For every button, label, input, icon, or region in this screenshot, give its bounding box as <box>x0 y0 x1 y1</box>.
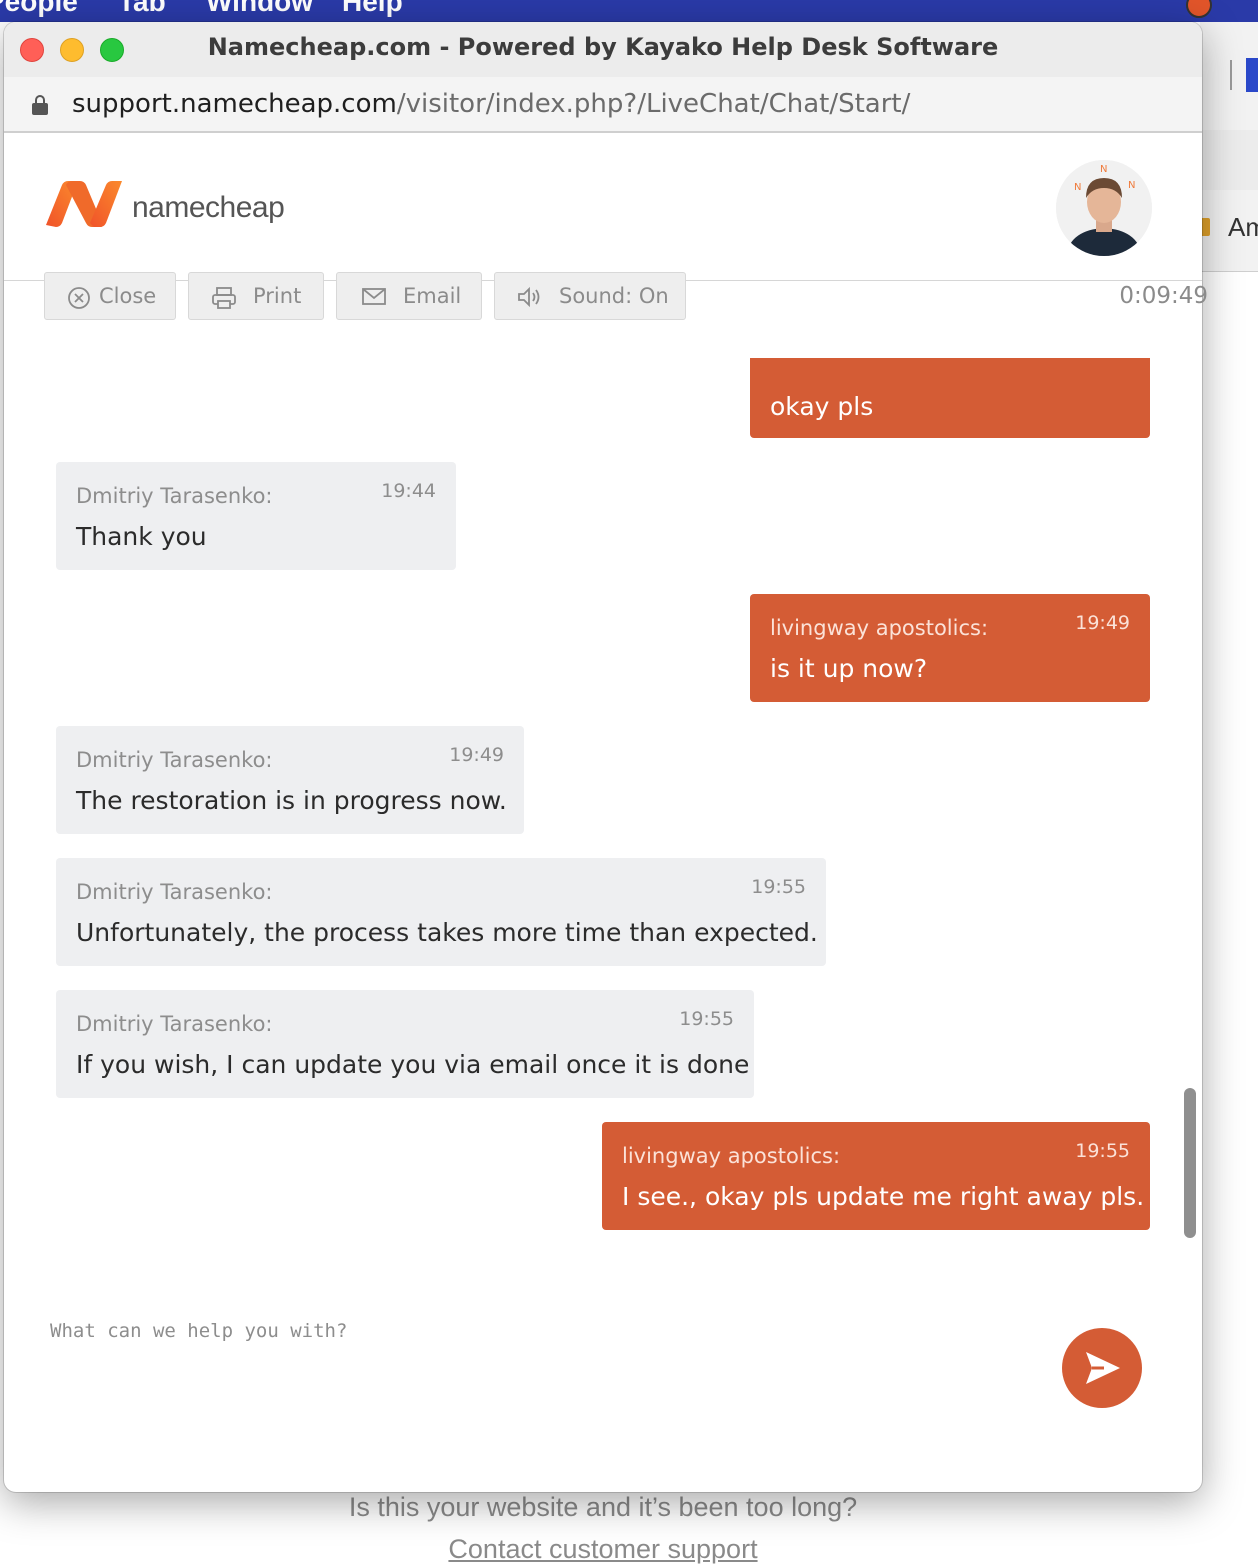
speaker-icon <box>518 286 540 308</box>
message-bubble-agent: Dmitriy Tarasenko: 19:44 Thank you <box>56 462 456 570</box>
message-text: The restoration is in progress now. <box>76 786 507 815</box>
message-text: I see., okay pls update me right away pl… <box>622 1182 1145 1211</box>
footer-question: Is this your website and it’s been too l… <box>348 1492 858 1522</box>
namecheap-logo-text: namecheap <box>132 191 285 224</box>
url-text[interactable]: support.namecheap.com/visitor/index.php?… <box>72 89 910 119</box>
mac-menu-bar: People Tab Window Help <box>0 0 1258 22</box>
message-sender: Dmitriy Tarasenko: <box>76 484 273 508</box>
printer-icon <box>212 287 236 309</box>
svg-text:N: N <box>1100 164 1107 175</box>
address-bar[interactable]: support.namecheap.com/visitor/index.php?… <box>4 77 1202 133</box>
message-time: 19:49 <box>449 744 504 766</box>
url-path: /visitor/index.php?/LiveChat/Chat/Start/ <box>396 89 911 119</box>
message-sender: Dmitriy Tarasenko: <box>76 1012 273 1036</box>
message-text: Unfortunately, the process takes more ti… <box>76 918 818 947</box>
message-time: 19:44 <box>381 480 436 502</box>
email-button[interactable]: Email <box>336 272 482 320</box>
agent-avatar: N N N <box>1056 160 1152 256</box>
close-chat-button[interactable]: Close <box>44 272 176 320</box>
message-text: Thank you <box>76 522 207 551</box>
chat-transcript[interactable]: okay pls Dmitriy Tarasenko: 19:44 Thank … <box>4 358 1202 1258</box>
circle-x-icon <box>68 287 90 309</box>
message-input[interactable] <box>50 1320 1030 1410</box>
envelope-icon <box>362 288 386 305</box>
message-time: 19:49 <box>1075 612 1130 634</box>
lock-icon <box>32 95 48 115</box>
message-text: okay pls <box>770 392 874 421</box>
message-time: 19:55 <box>1075 1140 1130 1162</box>
message-bubble-user: okay pls <box>750 358 1150 438</box>
menu-help[interactable]: Help <box>342 0 403 18</box>
message-text: If you wish, I can update you via email … <box>76 1050 750 1079</box>
message-sender: Dmitriy Tarasenko: <box>76 880 273 904</box>
message-bubble-user: livingway apostolics: 19:49 is it up now… <box>750 594 1150 702</box>
message-bubble-agent: Dmitriy Tarasenko: 19:55 If you wish, I … <box>56 990 754 1098</box>
message-text: is it up now? <box>770 654 928 683</box>
url-host: support.namecheap.com <box>72 89 397 119</box>
paper-plane-icon <box>1086 1352 1120 1384</box>
chat-header: namecheap N N N <box>4 133 1202 281</box>
sound-toggle-button[interactable]: Sound: On <box>494 272 686 320</box>
contact-support-link[interactable]: Contact customer support <box>0 1534 1206 1564</box>
message-bubble-user: livingway apostolics: 19:55 I see., okay… <box>602 1122 1150 1230</box>
message-sender: livingway apostolics: <box>622 1144 841 1168</box>
window-titlebar: Namecheap.com - Powered by Kayako Help D… <box>4 22 1202 77</box>
svg-text:N: N <box>1074 182 1081 193</box>
menu-people[interactable]: People <box>0 0 78 18</box>
chat-timer: 0:09:49 <box>1119 283 1208 309</box>
bookmark-label[interactable]: Am <box>1228 212 1258 243</box>
background-tab[interactable] <box>1200 130 1258 190</box>
message-sender: Dmitriy Tarasenko: <box>76 748 273 772</box>
status-tray-icon[interactable] <box>1186 0 1212 18</box>
svg-text:N: N <box>1128 180 1135 191</box>
send-button[interactable] <box>1062 1328 1142 1408</box>
window-title: Namecheap.com - Powered by Kayako Help D… <box>207 33 999 61</box>
message-sender: livingway apostolics: <box>770 616 989 640</box>
sound-label: Sound: On <box>559 284 669 308</box>
message-bubble-agent: Dmitriy Tarasenko: 19:49 The restoration… <box>56 726 524 834</box>
toolbar-separator <box>1230 60 1232 90</box>
message-time: 19:55 <box>679 1008 734 1030</box>
close-label: Close <box>99 284 157 308</box>
print-label: Print <box>253 284 302 308</box>
namecheap-logo-icon <box>46 181 122 227</box>
chat-scrollbar[interactable] <box>1184 1088 1196 1238</box>
extension-icon[interactable] <box>1246 58 1258 92</box>
menu-tab[interactable]: Tab <box>118 0 166 18</box>
background-browser-strip: Am <box>1200 22 1258 272</box>
print-button[interactable]: Print <box>188 272 324 320</box>
menu-window[interactable]: Window <box>206 0 313 18</box>
email-label: Email <box>403 284 462 308</box>
message-time: 19:55 <box>751 876 806 898</box>
message-bubble-agent: Dmitriy Tarasenko: 19:55 Unfortunately, … <box>56 858 826 966</box>
